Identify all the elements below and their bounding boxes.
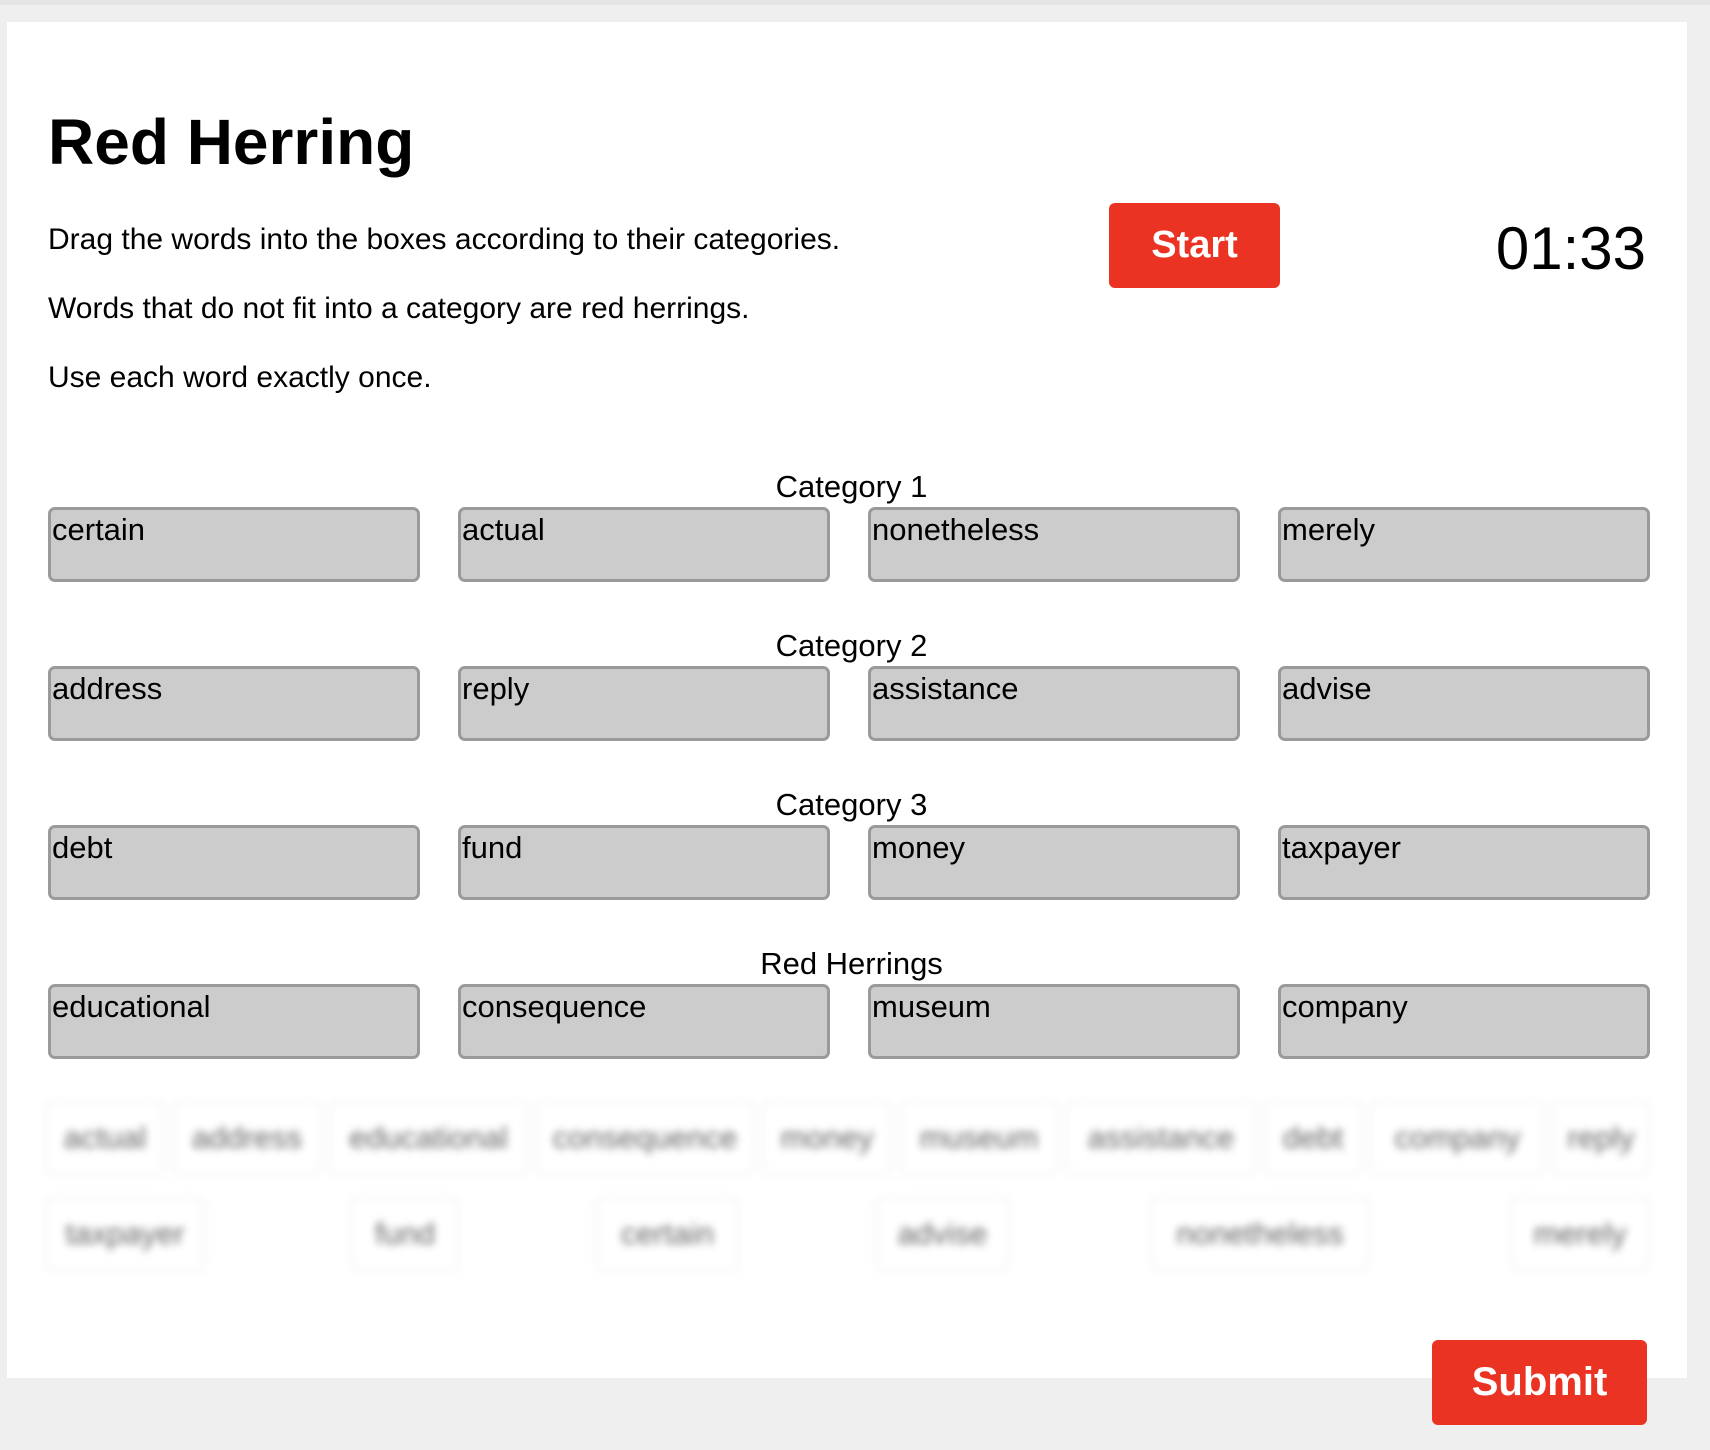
- category-2-slot-1[interactable]: address: [48, 666, 420, 741]
- word-chip[interactable]: debt: [1263, 1100, 1363, 1176]
- category-2-slot-4[interactable]: advise: [1278, 666, 1650, 741]
- word-chip[interactable]: address: [172, 1100, 322, 1176]
- word-bank: actual address educational consequence m…: [45, 1100, 1650, 1290]
- category-1-slot-4[interactable]: merely: [1278, 507, 1650, 582]
- category-2-slot-2[interactable]: reply: [458, 666, 830, 741]
- red-herring-slot-3[interactable]: museum: [868, 984, 1240, 1059]
- instruction-drag: Drag the words into the boxes according …: [48, 223, 841, 256]
- word-chip[interactable]: certain: [595, 1196, 740, 1272]
- category-3-label: Category 3: [775, 787, 928, 822]
- red-herring-slot-4[interactable]: company: [1278, 984, 1650, 1059]
- word-chip[interactable]: money: [762, 1100, 892, 1176]
- page-title: Red Herring: [48, 106, 415, 178]
- category-2-label: Category 2: [775, 628, 928, 663]
- word-chip[interactable]: museum: [899, 1100, 1059, 1176]
- countdown-timer: 01:33: [1495, 215, 1646, 282]
- category-3-slot-4[interactable]: taxpayer: [1278, 825, 1650, 900]
- word-chip[interactable]: assistance: [1066, 1100, 1256, 1176]
- word-chip[interactable]: nonetheless: [1150, 1196, 1370, 1272]
- red-herring-slot-1[interactable]: educational: [48, 984, 420, 1059]
- instruction-red-herrings: Words that do not fit into a category ar…: [48, 292, 750, 325]
- category-1-slot-2[interactable]: actual: [458, 507, 830, 582]
- page-top-border: [0, 0, 1710, 5]
- category-3-slot-3[interactable]: money: [868, 825, 1240, 900]
- category-3-slot-2[interactable]: fund: [458, 825, 830, 900]
- red-herring-slot-2[interactable]: consequence: [458, 984, 830, 1059]
- category-1-label: Category 1: [775, 469, 928, 504]
- word-chip[interactable]: company: [1370, 1100, 1545, 1176]
- category-1-slot-3[interactable]: nonetheless: [868, 507, 1240, 582]
- red-herrings-label: Red Herrings: [760, 946, 943, 981]
- category-1-slot-1[interactable]: certain: [48, 507, 420, 582]
- category-2-slot-3[interactable]: assistance: [868, 666, 1240, 741]
- word-chip[interactable]: taxpayer: [45, 1196, 205, 1272]
- word-chip[interactable]: consequence: [535, 1100, 755, 1176]
- word-chip[interactable]: actual: [45, 1100, 165, 1176]
- word-chip[interactable]: reply: [1552, 1100, 1650, 1176]
- word-chip[interactable]: merely: [1510, 1196, 1650, 1272]
- submit-button[interactable]: Submit: [1432, 1340, 1647, 1425]
- word-chip[interactable]: fund: [350, 1196, 460, 1272]
- word-chip[interactable]: educational: [329, 1100, 528, 1176]
- category-3-slot-1[interactable]: debt: [48, 825, 420, 900]
- instruction-use-once: Use each word exactly once.: [48, 361, 432, 394]
- word-chip[interactable]: advise: [875, 1196, 1010, 1272]
- start-button[interactable]: Start: [1109, 203, 1280, 288]
